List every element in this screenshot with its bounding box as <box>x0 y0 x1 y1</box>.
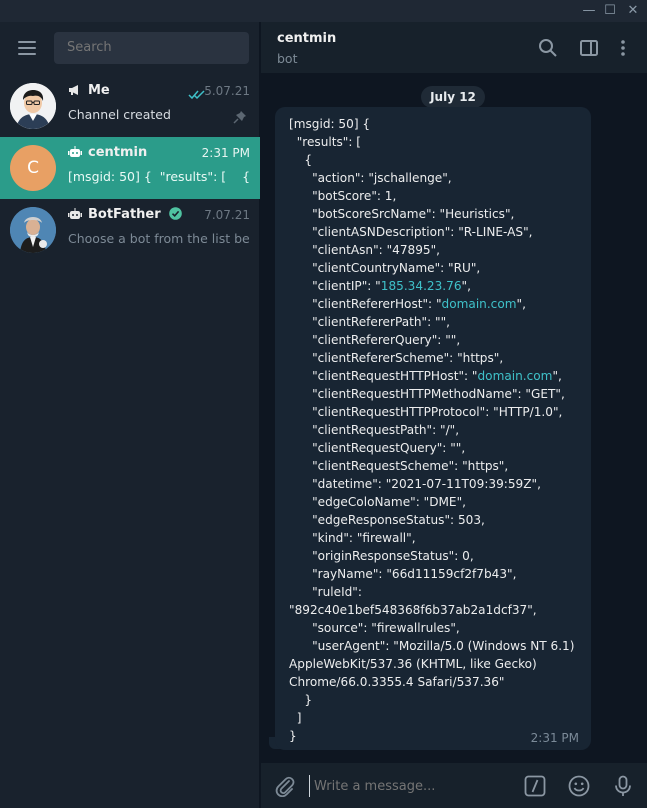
chat-title: BotFather <box>68 207 182 224</box>
emoji-icon[interactable] <box>568 775 590 797</box>
window-title-bar: — ☐ ✕ <box>0 0 647 22</box>
message-line: "edgeColoName": "DME", <box>289 495 466 509</box>
bot-icon <box>68 208 82 224</box>
message-time: 2:31 PM <box>530 731 579 745</box>
message-area: July 12 [msgid: 50] { "results": [ { "ac… <box>261 75 647 762</box>
message-text: [msgid: 50] { "results": [ { "action": "… <box>289 115 585 745</box>
megaphone-icon <box>68 84 82 100</box>
verified-icon <box>169 207 182 224</box>
bot-commands-icon[interactable] <box>524 775 546 797</box>
avatar <box>10 83 56 129</box>
chat-preview: Channel created <box>68 107 171 122</box>
message-line: "clientRefererScheme": "https", <box>289 351 504 365</box>
message-line: "source": "firewallrules", <box>289 621 460 635</box>
message-line: "892c40e1bef548368f6b37ab2a1dcf37", <box>289 603 537 617</box>
message-line: "edgeResponseStatus": 503, <box>289 513 485 527</box>
search-icon[interactable] <box>538 38 558 58</box>
message-link[interactable]: 185.34.23.76 <box>381 279 462 293</box>
message-line: Chrome/66.0.3355.4 Safari/537.36" <box>289 675 505 689</box>
message-line: "ruleId": <box>289 585 362 599</box>
message-line: "rayName": "66d11159cf2f7b43", <box>289 567 517 581</box>
message-line: AppleWebKit/537.36 (KHTML, like Gecko) <box>289 657 537 671</box>
chat-item-centmin[interactable]: C centmin 2:31 PM [msgid: 50] { "results… <box>0 137 260 199</box>
message-line: "datetime": "2021-07-11T09:39:59Z", <box>289 477 541 491</box>
message-line: } <box>289 693 313 707</box>
attach-icon[interactable] <box>274 775 296 798</box>
message-line: "clientRequestQuery": "", <box>289 441 466 455</box>
chat-preview: Choose a bot from the list be... <box>68 231 250 246</box>
avatar-letter: C <box>27 158 39 178</box>
maximize-button[interactable]: ☐ <box>601 2 619 20</box>
message-line: "userAgent": "Mozilla/5.0 (Windows NT 6.… <box>289 639 575 653</box>
message-line: [msgid: 50] { <box>289 117 371 131</box>
chat-header-subtitle: bot <box>277 51 298 66</box>
date-separator: July 12 <box>421 86 485 108</box>
sidebar-toggle-icon[interactable] <box>579 38 599 58</box>
message-line: "clientASNDescription": "R-LINE-AS", <box>289 225 533 239</box>
message-line: "clientCountryName": "RU", <box>289 261 481 275</box>
message-input[interactable] <box>309 775 509 797</box>
microphone-icon[interactable] <box>612 775 634 797</box>
message-line: "clientRequestHTTPMethodName": "GET", <box>289 387 565 401</box>
message-line: "botScore": 1, <box>289 189 397 203</box>
message-line: "clientRefererPath": "", <box>289 315 450 329</box>
avatar <box>10 207 56 253</box>
chat-header: centmin bot <box>261 22 647 74</box>
message-link[interactable]: domain.com <box>442 297 517 311</box>
message-line: "clientRefererQuery": "", <box>289 333 461 347</box>
avatar: C <box>10 145 56 191</box>
chat-item-botfather[interactable]: BotFather 7.07.21 Choose a bot from the … <box>0 199 260 261</box>
user-avatar-icon <box>10 83 56 129</box>
message-line: "clientRefererHost": "domain.com", <box>289 297 526 311</box>
chat-time: 5.07.21 <box>204 84 250 98</box>
chat-title: centmin <box>68 145 147 162</box>
search-input[interactable] <box>54 32 249 64</box>
chat-header-title[interactable]: centmin <box>277 31 336 46</box>
more-vertical-icon[interactable] <box>613 38 633 58</box>
chat-time: 2:31 PM <box>201 146 250 160</box>
bot-icon <box>68 146 82 162</box>
chat-title: Me <box>68 83 110 100</box>
message-line: "results": [ <box>289 135 361 149</box>
chat-time: 7.07.21 <box>204 208 250 222</box>
message-line: "clientRequestHTTPProtocol": "HTTP/1.0", <box>289 405 563 419</box>
botfather-avatar-icon <box>10 207 56 253</box>
message-line: "clientRequestHTTPHost": "domain.com", <box>289 369 562 383</box>
chat-list-panel: Me 5.07.21 Channel created C centmin 2:3… <box>0 22 260 808</box>
chat-item-me[interactable]: Me 5.07.21 Channel created <box>0 75 260 137</box>
message-line: "clientAsn": "47895", <box>289 243 441 257</box>
pin-icon <box>233 109 247 128</box>
message-link[interactable]: domain.com <box>478 369 553 383</box>
message-line: ] <box>289 711 302 725</box>
message-line: "clientRequestPath": "/", <box>289 423 460 437</box>
composer <box>261 762 647 808</box>
menu-icon[interactable] <box>18 41 36 55</box>
message-line: "clientIP": "185.34.23.76", <box>289 279 471 293</box>
message-line: "kind": "firewall", <box>289 531 416 545</box>
message-line: "botScoreSrcName": "Heuristics", <box>289 207 515 221</box>
chat-preview: [msgid: 50] { "results": [ { ... <box>68 169 250 184</box>
message-bubble[interactable]: [msgid: 50] { "results": [ { "action": "… <box>275 107 591 750</box>
message-line: "action": "jschallenge", <box>289 171 452 185</box>
close-button[interactable]: ✕ <box>624 2 642 20</box>
message-line: "originResponseStatus": 0, <box>289 549 474 563</box>
message-line: "clientRequestScheme": "https", <box>289 459 509 473</box>
minimize-button[interactable]: — <box>580 2 598 20</box>
message-line: { <box>289 153 313 167</box>
